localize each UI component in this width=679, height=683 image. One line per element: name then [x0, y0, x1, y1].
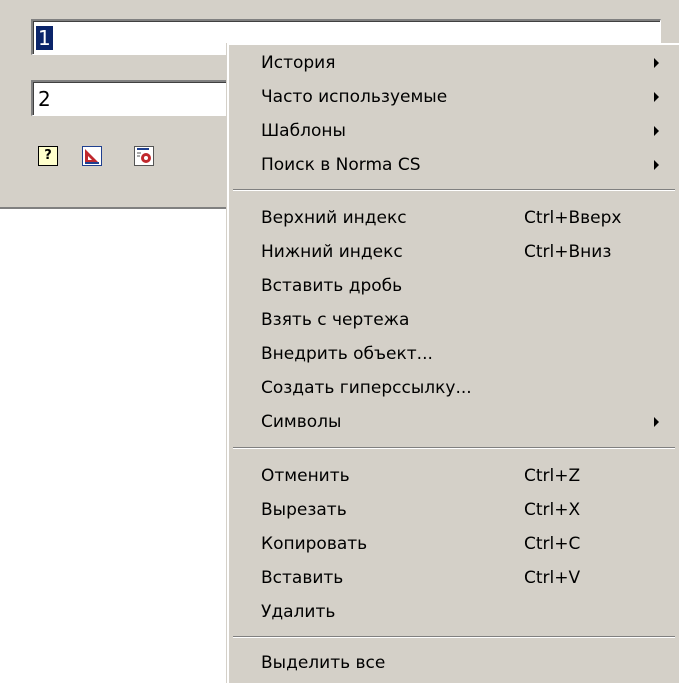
menu-item-label: Отменить [261, 466, 350, 486]
menu-item-paste[interactable]: Вставить Ctrl+V [228, 563, 679, 593]
menu-item-shortcut: Ctrl+Вниз [524, 242, 612, 262]
menu-separator [233, 447, 675, 449]
menu-item-subscript[interactable]: Нижний индекс Ctrl+Вниз [228, 237, 679, 267]
menu-item-symbols[interactable]: Символы [228, 407, 679, 437]
context-menu: История Часто используемые Шаблоны Поиск… [227, 43, 679, 683]
menu-item-cut[interactable]: Вырезать Ctrl+X [228, 495, 679, 525]
menu-item-copy[interactable]: Копировать Ctrl+C [228, 529, 679, 559]
menu-item-label: Выделить все [261, 653, 386, 673]
menu-item-label: Взять с чертежа [261, 310, 410, 330]
help-icon[interactable]: ? [38, 146, 58, 166]
menu-item-label: Удалить [261, 602, 336, 622]
menu-item-shortcut: Ctrl+V [524, 568, 581, 588]
submenu-arrow-icon [654, 160, 659, 170]
menu-item-superscript[interactable]: Верхний индекс Ctrl+Вверх [228, 203, 679, 233]
document-settings-icon[interactable] [134, 146, 154, 166]
menu-item-label: Создать гиперссылку... [261, 378, 472, 398]
menu-item-label: Вставить дробь [261, 276, 403, 296]
menu-item-search-norma-cs[interactable]: Поиск в Norma CS [228, 150, 679, 180]
menu-item-label: История [261, 53, 336, 73]
menu-item-label: Вырезать [261, 500, 347, 520]
submenu-arrow-icon [654, 417, 659, 427]
menu-item-history[interactable]: История [228, 48, 679, 78]
menu-item-label: Внедрить объект... [261, 344, 433, 364]
text-field-2-value: 2 [38, 87, 51, 111]
menu-item-take-from-drawing[interactable]: Взять с чертежа [228, 305, 679, 335]
menu-item-frequently-used[interactable]: Часто используемые [228, 82, 679, 112]
menu-item-label: Шаблоны [261, 121, 346, 141]
submenu-arrow-icon [654, 58, 659, 68]
menu-item-shortcut: Ctrl+Вверх [524, 208, 622, 228]
submenu-arrow-icon [654, 126, 659, 136]
menu-item-embed-object[interactable]: Внедрить объект... [228, 339, 679, 369]
menu-item-templates[interactable]: Шаблоны [228, 116, 679, 146]
text-field-2[interactable]: 2 [31, 80, 231, 116]
menu-separator [233, 189, 675, 191]
submenu-arrow-icon [654, 92, 659, 102]
menu-item-shortcut: Ctrl+C [524, 534, 581, 554]
menu-item-create-hyperlink[interactable]: Создать гиперссылку... [228, 373, 679, 403]
menu-item-label: Часто используемые [261, 87, 448, 107]
text-field-1-value: 1 [36, 26, 53, 50]
menu-item-insert-fraction[interactable]: Вставить дробь [228, 271, 679, 301]
menu-item-label: Символы [261, 412, 342, 432]
menu-item-delete[interactable]: Удалить [228, 597, 679, 627]
menu-item-label: Вставить [261, 568, 344, 588]
menu-item-shortcut: Ctrl+X [524, 500, 581, 520]
menu-item-undo[interactable]: Отменить Ctrl+Z [228, 461, 679, 491]
ruler-triangle-icon[interactable] [82, 146, 102, 166]
menu-item-label: Верхний индекс [261, 208, 407, 228]
menu-item-label: Копировать [261, 534, 368, 554]
menu-item-shortcut: Ctrl+Z [524, 466, 581, 486]
menu-item-label: Поиск в Norma CS [261, 155, 421, 175]
menu-item-select-all[interactable]: Выделить все [228, 648, 679, 678]
menu-separator [233, 636, 675, 638]
menu-item-label: Нижний индекс [261, 242, 403, 262]
